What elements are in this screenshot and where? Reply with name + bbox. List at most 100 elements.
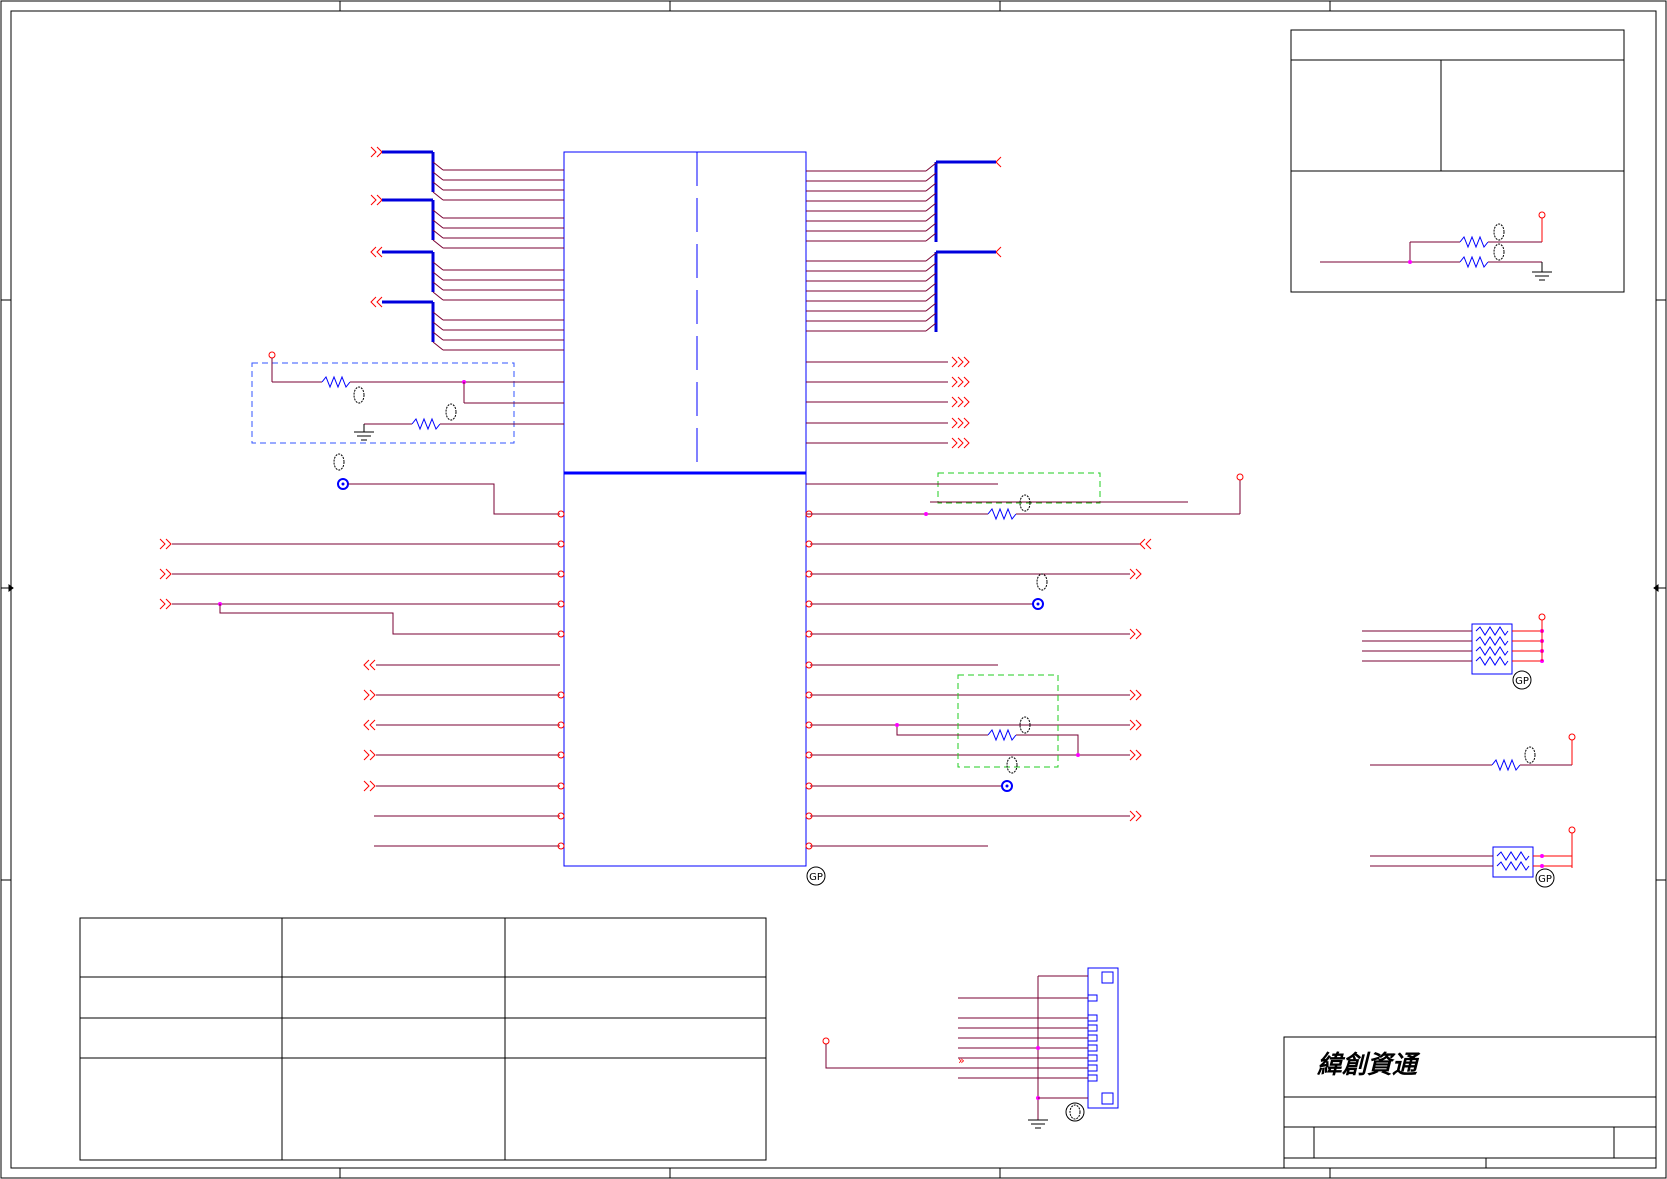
offpage-connector-icon (376, 146, 383, 158)
drawing-frame (0, 0, 1667, 1179)
company-logo: 緯創資通 (1316, 1050, 1421, 1079)
offpage-connector-icon (363, 780, 370, 792)
offpage-connector-icon (1129, 719, 1136, 731)
offpage-connector-icon (951, 437, 958, 449)
offpage-connector-icon (376, 246, 383, 258)
offpage-connector-icon (995, 246, 1002, 258)
offpage-connector-icon (369, 689, 376, 701)
offpage-connector-icon (963, 437, 970, 449)
power-rail-icon (1236, 473, 1244, 481)
resistor-icon (411, 417, 441, 431)
power-rail-icon (1568, 826, 1576, 834)
svg-text:»: » (958, 1054, 965, 1067)
bus-entry (432, 191, 444, 201)
resistor-icon (1459, 255, 1489, 269)
connector-pin (1087, 1074, 1098, 1082)
notes-box (1290, 29, 1625, 293)
bus-entry (432, 341, 444, 351)
right-bus-group (806, 156, 1002, 449)
offpage-connector-icon (376, 296, 383, 308)
offpage-connector-icon (951, 356, 958, 368)
ground-icon (1532, 271, 1552, 281)
notes-box-circuit (1320, 211, 1552, 281)
main-ic-body (563, 151, 807, 867)
offpage-connector-icon (957, 396, 964, 408)
offpage-connector-icon (1135, 810, 1142, 822)
offpage-connector-icon (370, 246, 377, 258)
resistor-icon (987, 728, 1017, 742)
offpage-connector-icon (1129, 628, 1136, 640)
strap-resistor-group (251, 351, 564, 444)
offpage-connector-icon (1135, 689, 1142, 701)
offpage-connector-icon (376, 194, 383, 206)
connector: » (822, 967, 1119, 1129)
offpage-connector-icon (951, 376, 958, 388)
offpage-connector-icon (1129, 749, 1136, 761)
offpage-connector-icon (1129, 689, 1136, 701)
svg-text:GP: GP (1515, 676, 1529, 687)
frame-center-arrows (1, 584, 1666, 592)
offpage-connector-icon (159, 568, 166, 580)
left-signals (159, 538, 560, 847)
resistor-pack-2: GP (1370, 826, 1576, 888)
offpage-connector-icon (1135, 749, 1142, 761)
right-signals (810, 538, 1152, 847)
offpage-connector-icon (963, 396, 970, 408)
pin-end-markers (557, 510, 813, 850)
resistor-icon (1475, 656, 1509, 666)
offpage-connector-icon (1145, 538, 1152, 550)
resistor-pack-1: GP (1362, 613, 1546, 690)
power-rail-icon (268, 351, 276, 359)
offpage-connector-icon (963, 376, 970, 388)
offpage-connector-icon (370, 194, 377, 206)
junction (1540, 864, 1544, 868)
connector-pin (1087, 1024, 1098, 1032)
connector-pin (1087, 994, 1098, 1002)
offpage-connector-icon (951, 396, 958, 408)
offpage-connector-icon (963, 356, 970, 368)
offpage-connector-icon (1135, 568, 1142, 580)
offpage-connector-icon (370, 146, 377, 158)
ground-icon (1028, 1119, 1048, 1129)
left-bus-group (370, 146, 564, 351)
connector-pin (1087, 1054, 1098, 1062)
offpage-connector-icon (1135, 628, 1142, 640)
svg-text:GP: GP (809, 872, 823, 883)
offpage-connector-icon (1135, 719, 1142, 731)
resistor-icon (1475, 646, 1509, 656)
connector-pin (1087, 1064, 1098, 1072)
connector-pin (1087, 1034, 1098, 1042)
offpage-connector-icon (957, 437, 964, 449)
offpage-connector-icon (963, 417, 970, 429)
junction (1540, 854, 1544, 858)
offpage-connector-icon (1129, 810, 1136, 822)
resistor-icon (321, 375, 351, 389)
offpage-connector-icon (369, 749, 376, 761)
offpage-connector-icon (370, 296, 377, 308)
offpage-connector-icon (369, 659, 376, 671)
offpage-connector-icon (159, 538, 166, 550)
offpage-connector-icon (957, 356, 964, 368)
right-resistor-group-1 (806, 472, 1244, 521)
resistor-icon (1459, 235, 1489, 249)
resistor-icon (1491, 758, 1521, 772)
test-point-left (333, 453, 560, 515)
test-point-right (1032, 573, 1048, 610)
offpage-connector-icon (957, 417, 964, 429)
power-rail-icon (822, 1037, 830, 1045)
wire (219, 604, 560, 635)
ground-icon (354, 431, 374, 441)
power-rail-icon (1538, 211, 1546, 219)
offpage-connector-icon (165, 598, 172, 610)
gp-tag: GP (806, 866, 826, 886)
offpage-connector-icon (165, 538, 172, 550)
offpage-connector-icon (363, 749, 370, 761)
power-rail-icon (1568, 733, 1576, 741)
offpage-connector-icon (995, 156, 1002, 168)
offpage-connector-icon (363, 689, 370, 701)
resistor-icon (1475, 626, 1509, 636)
connector-pin (1087, 1014, 1098, 1022)
resistor-icon (1496, 861, 1530, 871)
power-rail-icon (1538, 613, 1546, 621)
offpage-connector-icon (1139, 538, 1146, 550)
